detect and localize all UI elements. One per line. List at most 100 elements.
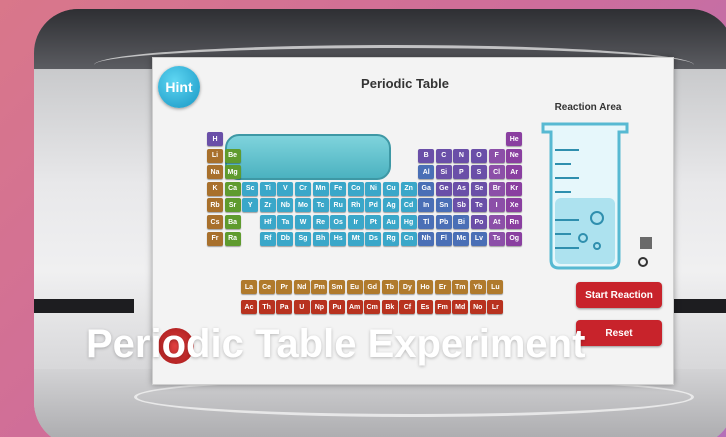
element-ds[interactable]: Ds xyxy=(365,231,382,246)
element-kr[interactable]: Kr xyxy=(506,181,523,196)
element-ne[interactable]: Ne xyxy=(506,148,523,163)
element-se[interactable]: Se xyxy=(471,181,487,196)
element-nd[interactable]: Nd xyxy=(293,280,310,294)
element-am[interactable]: Am xyxy=(346,300,363,314)
element-no[interactable]: No xyxy=(469,300,486,314)
element-tb[interactable]: Tb xyxy=(381,280,398,294)
element-dy[interactable]: Dy xyxy=(399,280,416,294)
element-pr[interactable]: Pr xyxy=(276,280,293,294)
element-cl[interactable]: Cl xyxy=(488,165,505,180)
element-os[interactable]: Os xyxy=(330,215,347,229)
element-f[interactable]: F xyxy=(488,148,505,163)
element-au[interactable]: Au xyxy=(383,215,399,229)
element-li[interactable]: Li xyxy=(207,148,223,163)
element-he[interactable]: He xyxy=(506,132,523,146)
element-ca[interactable]: Ca xyxy=(224,181,241,196)
element-nb[interactable]: Nb xyxy=(277,198,294,213)
element-lu[interactable]: Lu xyxy=(487,280,504,294)
element-fl[interactable]: Fl xyxy=(435,231,452,246)
element-la[interactable]: La xyxy=(241,280,257,294)
element-cm[interactable]: Cm xyxy=(364,300,381,314)
element-b[interactable]: B xyxy=(418,148,435,163)
element-ce[interactable]: Ce xyxy=(258,280,275,294)
element-md[interactable]: Md xyxy=(452,300,469,314)
element-p[interactable]: P xyxy=(453,165,470,180)
element-n[interactable]: N xyxy=(453,148,470,163)
element-ba[interactable]: Ba xyxy=(224,215,241,229)
element-hg[interactable]: Hg xyxy=(400,215,417,229)
element-mo[interactable]: Mo xyxy=(295,198,311,213)
element-rg[interactable]: Rg xyxy=(383,231,399,246)
element-gd[interactable]: Gd xyxy=(364,280,381,294)
element-pd[interactable]: Pd xyxy=(365,198,382,213)
element-ta[interactable]: Ta xyxy=(277,215,294,229)
element-co[interactable]: Co xyxy=(347,181,364,196)
element-in[interactable]: In xyxy=(418,198,435,213)
element-rh[interactable]: Rh xyxy=(347,198,364,213)
element-re[interactable]: Re xyxy=(312,215,329,229)
element-pa[interactable]: Pa xyxy=(276,300,293,314)
element-es[interactable]: Es xyxy=(417,300,433,314)
element-rf[interactable]: Rf xyxy=(259,231,276,246)
element-lr[interactable]: Lr xyxy=(487,300,504,314)
element-w[interactable]: W xyxy=(295,215,311,229)
element-th[interactable]: Th xyxy=(258,300,275,314)
element-lv[interactable]: Lv xyxy=(471,231,487,246)
element-o[interactable]: O xyxy=(471,148,487,163)
element-zn[interactable]: Zn xyxy=(400,181,417,196)
element-al[interactable]: Al xyxy=(418,165,435,180)
element-sn[interactable]: Sn xyxy=(435,198,452,213)
element-tm[interactable]: Tm xyxy=(452,280,469,294)
element-ir[interactable]: Ir xyxy=(347,215,364,229)
element-bh[interactable]: Bh xyxy=(312,231,329,246)
element-cf[interactable]: Cf xyxy=(399,300,416,314)
element-ag[interactable]: Ag xyxy=(383,198,399,213)
element-ar[interactable]: Ar xyxy=(506,165,523,180)
element-pb[interactable]: Pb xyxy=(435,215,452,229)
element-nh[interactable]: Nh xyxy=(418,231,435,246)
element-v[interactable]: V xyxy=(277,181,294,196)
element-mt[interactable]: Mt xyxy=(347,231,364,246)
hint-button[interactable]: Hint xyxy=(158,66,200,108)
element-db[interactable]: Db xyxy=(277,231,294,246)
element-bi[interactable]: Bi xyxy=(453,215,470,229)
element-ni[interactable]: Ni xyxy=(365,181,382,196)
element-fm[interactable]: Fm xyxy=(434,300,451,314)
element-mg[interactable]: Mg xyxy=(224,165,241,180)
element-sm[interactable]: Sm xyxy=(329,280,345,294)
element-te[interactable]: Te xyxy=(471,198,487,213)
element-sr[interactable]: Sr xyxy=(224,198,241,213)
element-sg[interactable]: Sg xyxy=(295,231,311,246)
element-u[interactable]: U xyxy=(293,300,310,314)
element-sb[interactable]: Sb xyxy=(453,198,470,213)
element-c[interactable]: C xyxy=(435,148,452,163)
element-cs[interactable]: Cs xyxy=(207,215,223,229)
element-pt[interactable]: Pt xyxy=(365,215,382,229)
element-na[interactable]: Na xyxy=(207,165,223,180)
element-po[interactable]: Po xyxy=(471,215,487,229)
element-mn[interactable]: Mn xyxy=(312,181,329,196)
element-si[interactable]: Si xyxy=(435,165,452,180)
element-rb[interactable]: Rb xyxy=(207,198,223,213)
element-cd[interactable]: Cd xyxy=(400,198,417,213)
element-h[interactable]: H xyxy=(207,132,223,146)
element-y[interactable]: Y xyxy=(242,198,259,213)
element-ho[interactable]: Ho xyxy=(417,280,433,294)
element-yb[interactable]: Yb xyxy=(469,280,486,294)
element-ge[interactable]: Ge xyxy=(435,181,452,196)
element-er[interactable]: Er xyxy=(434,280,451,294)
element-as[interactable]: As xyxy=(453,181,470,196)
element-np[interactable]: Np xyxy=(311,300,328,314)
element-rn[interactable]: Rn xyxy=(506,215,523,229)
element-ti[interactable]: Ti xyxy=(259,181,276,196)
element-ac[interactable]: Ac xyxy=(241,300,257,314)
element-bk[interactable]: Bk xyxy=(381,300,398,314)
element-hs[interactable]: Hs xyxy=(330,231,347,246)
element-ga[interactable]: Ga xyxy=(418,181,435,196)
element-sc[interactable]: Sc xyxy=(242,181,259,196)
element-cu[interactable]: Cu xyxy=(383,181,399,196)
element-xe[interactable]: Xe xyxy=(506,198,523,213)
element-k[interactable]: K xyxy=(207,181,223,196)
element-eu[interactable]: Eu xyxy=(346,280,363,294)
element-s[interactable]: S xyxy=(471,165,487,180)
